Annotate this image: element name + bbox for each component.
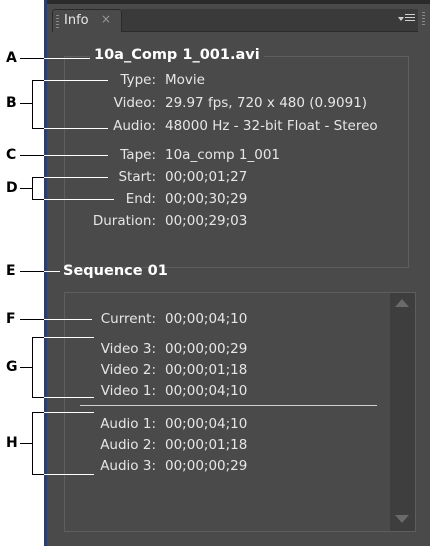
clip-duration-label: Duration:: [92, 213, 156, 229]
callout-h-stub: [20, 443, 32, 444]
video-3-value: 00;00;00;29: [165, 341, 248, 357]
sequence-scrollbar[interactable]: [390, 293, 415, 531]
window-top-border: [44, 0, 430, 4]
callout-b-bottom: [32, 128, 44, 129]
callout-h-top: [32, 412, 44, 413]
tab-info[interactable]: Info ×: [52, 9, 122, 32]
tab-grip-icon[interactable]: [56, 15, 59, 28]
callout-a-line-inner: [44, 58, 90, 59]
callout-f: F: [6, 311, 16, 327]
callout-b-top: [32, 80, 44, 81]
callout-e-line-inner: [44, 271, 60, 272]
callout-d-bracket: [32, 177, 33, 199]
clip-video-label: Video:: [113, 95, 156, 111]
callout-d-top-inner: [44, 177, 108, 178]
clip-name: 10a_Comp 1_001.avi: [90, 47, 264, 63]
panel-menu-icon[interactable]: [398, 11, 416, 25]
callout-g-top-inner: [44, 337, 94, 338]
clip-start-value: 00;00;01;27: [165, 169, 248, 185]
tab-strip: [122, 9, 418, 32]
callout-b-top-inner: [44, 80, 108, 81]
audio-3-label: Audio 3:: [100, 458, 156, 474]
callout-f-line: [20, 319, 44, 320]
clip-audio-label: Audio:: [113, 118, 156, 134]
current-value: 00;00;04;10: [165, 311, 248, 327]
callout-g-stub: [20, 367, 32, 368]
close-icon[interactable]: ×: [101, 12, 111, 26]
callout-d-top: [32, 177, 44, 178]
sequence-name: Sequence 01: [63, 263, 168, 279]
clip-video-value: 29.97 fps, 720 x 480 (0.9091): [165, 95, 368, 111]
callout-e-line: [20, 271, 44, 272]
clip-audio-value: 48000 Hz - 32-bit Float - Stereo: [165, 118, 378, 134]
callout-h-bottom-inner: [44, 474, 94, 475]
panel-resize-grip-icon[interactable]: [422, 12, 425, 27]
callout-h-top-inner: [44, 412, 94, 413]
callout-g: G: [6, 359, 18, 375]
callout-h-bottom: [32, 474, 44, 475]
audio-1-label: Audio 1:: [100, 416, 156, 432]
clip-duration-value: 00;00;29;03: [165, 213, 248, 229]
callout-f-line-inner: [44, 319, 92, 320]
video-2-label: Video 2:: [100, 362, 156, 378]
clip-tape-value: 10a_comp 1_001: [165, 147, 281, 163]
callout-g-bottom: [32, 397, 44, 398]
video-1-value: 00;00;04;10: [165, 383, 248, 399]
callout-d-bottom-inner: [44, 199, 114, 200]
callout-b: B: [6, 95, 17, 111]
callout-b-stub: [20, 103, 32, 104]
callout-h: H: [6, 435, 18, 451]
video-3-label: Video 3:: [100, 341, 156, 357]
callout-h-bracket: [32, 412, 33, 474]
clip-type-value: Movie: [165, 72, 205, 88]
audio-2-value: 00;00;01;18: [165, 437, 248, 453]
audio-2-label: Audio 2:: [100, 437, 156, 453]
callout-a: A: [6, 50, 17, 66]
tab-info-label: Info: [64, 13, 89, 28]
sequence-info-group: [64, 292, 416, 532]
callout-b-bracket: [32, 80, 33, 128]
callout-c-line: [20, 155, 44, 156]
callout-c-line-inner: [44, 155, 108, 156]
callout-g-bottom-inner: [44, 397, 94, 398]
video-2-value: 00;00;01;18: [165, 362, 248, 378]
callout-a-line: [20, 58, 44, 59]
callout-c: C: [6, 147, 17, 163]
callout-d-stub: [20, 188, 32, 189]
audio-1-value: 00;00;04;10: [165, 416, 248, 432]
clip-end-value: 00;00;30;29: [165, 191, 248, 207]
video-audio-divider: [80, 405, 377, 406]
callout-d-bottom: [32, 199, 44, 200]
callout-e: E: [6, 263, 16, 279]
callout-g-top: [32, 337, 44, 338]
audio-3-value: 00;00;00;29: [165, 458, 248, 474]
callout-d: D: [6, 180, 18, 196]
callout-g-bracket: [32, 337, 33, 397]
scroll-down-arrow-icon[interactable]: [395, 515, 409, 523]
scroll-up-arrow-icon[interactable]: [395, 299, 409, 307]
callout-b-bottom-inner: [44, 128, 108, 129]
